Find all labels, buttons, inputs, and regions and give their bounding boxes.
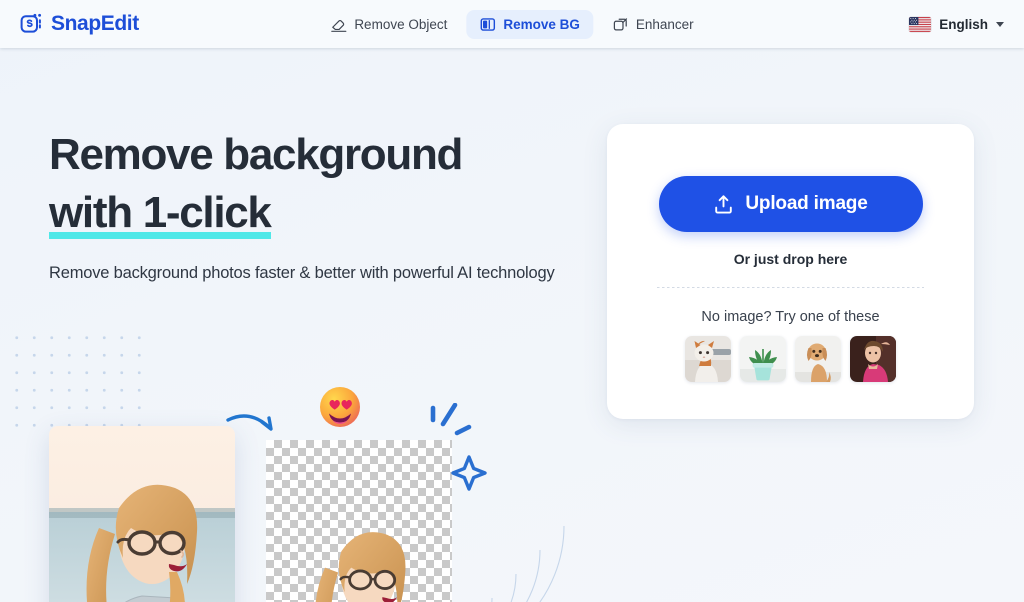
before-image — [49, 426, 235, 602]
sample-cat[interactable] — [685, 336, 731, 382]
sample-person[interactable] — [850, 336, 896, 382]
nav-item-remove-object[interactable]: Remove Object — [317, 10, 460, 39]
sample-dog[interactable] — [795, 336, 841, 382]
nav-label: Enhancer — [635, 16, 694, 32]
headline-line-1: Remove background — [49, 130, 463, 179]
page-title: Remove background with 1-click — [49, 126, 609, 242]
brand-logo[interactable]: SnapEdit — [20, 12, 139, 36]
drop-hint-label: Or just drop here — [733, 251, 848, 267]
nav-label: Remove BG — [503, 16, 580, 32]
hero-subtitle: Remove background photos faster & better… — [49, 264, 555, 282]
concentric-arcs-pattern — [432, 518, 582, 602]
sample-images-label: No image? Try one of these — [701, 309, 880, 325]
headline-line-2: with 1-click — [49, 188, 272, 239]
upload-image-button[interactable]: Upload image — [658, 176, 923, 232]
snapedit-page: SnapEdit Remove Object Remove BG Enhance… — [0, 0, 1024, 602]
nav-label: Remove Object — [354, 16, 448, 32]
remove-bg-icon — [479, 16, 496, 33]
hero-section: Remove background with 1-click Remove ba… — [0, 48, 1024, 602]
app-header: SnapEdit Remove Object Remove BG Enhance… — [0, 0, 1024, 48]
upload-card: Upload image Or just drop here No image?… — [607, 124, 974, 419]
us-flag-icon — [909, 16, 932, 32]
main-nav: Remove Object Remove BG Enhancer — [317, 9, 707, 39]
upload-icon — [713, 194, 734, 215]
card-divider — [657, 287, 924, 288]
enhancer-icon — [612, 16, 629, 33]
dot-grid-pattern — [8, 329, 142, 433]
chevron-down-icon — [996, 21, 1004, 27]
sparkle-star-icon — [425, 402, 487, 503]
eraser-icon — [330, 16, 347, 33]
hero-copy: Remove background with 1-click Remove ba… — [49, 126, 609, 283]
sample-thumbnails — [685, 336, 896, 382]
language-label: English — [939, 16, 988, 32]
language-selector[interactable]: English — [909, 16, 1004, 32]
upload-button-label: Upload image — [745, 193, 868, 214]
heart-eyes-emoji — [317, 384, 363, 430]
sample-plant[interactable] — [740, 336, 786, 382]
nav-item-enhancer[interactable]: Enhancer — [599, 10, 707, 39]
nav-item-remove-bg[interactable]: Remove BG — [466, 9, 593, 39]
brand-name: SnapEdit — [51, 12, 139, 35]
snapedit-logo-icon — [20, 12, 44, 36]
